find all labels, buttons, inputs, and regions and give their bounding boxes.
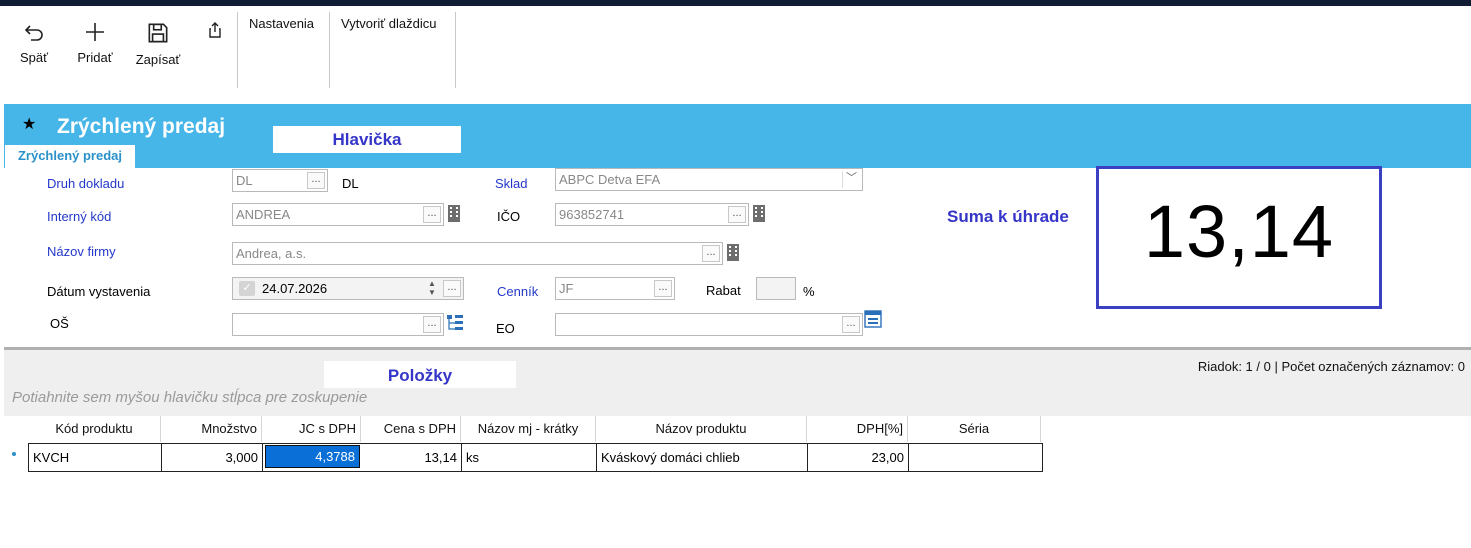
floppy-disk-icon [148, 23, 168, 43]
cell-product-code[interactable]: KVCH [29, 444, 162, 471]
column-header[interactable]: Séria [908, 416, 1041, 442]
pricelist-lookup-button[interactable]: ... [654, 280, 672, 297]
pricelist-label: Cenník [497, 284, 539, 299]
cell-quantity[interactable]: 3,000 [162, 444, 263, 471]
tree-list-icon[interactable] [446, 313, 464, 331]
table-row[interactable]: KVCH 3,000 4,3788 13,14 ks Kváskový domá… [28, 443, 1043, 472]
back-label: Späť [19, 50, 48, 65]
column-header[interactable]: Množstvo [161, 416, 262, 442]
group-by-hint[interactable]: Potiahnite sem myšou hlavičku stĺpca pre… [12, 389, 367, 406]
warehouse-label: Sklad [495, 176, 528, 191]
issue-date-value: 24.07.2026 [262, 281, 328, 296]
cell-product-name[interactable]: Kváskový domáci chlieb [597, 444, 808, 471]
add-button[interactable]: Pridať [74, 20, 116, 65]
ico-field[interactable]: 963852741 ... [555, 203, 749, 226]
save-button[interactable]: Zapísať [132, 20, 184, 67]
company-value: Andrea, a.s. [236, 246, 307, 261]
back-button[interactable]: Späť [16, 20, 52, 65]
doc-type-text: DL [342, 176, 359, 191]
column-header[interactable]: JC s DPH [262, 416, 361, 442]
items-section-label: Položky [324, 361, 516, 388]
row-indicator [12, 452, 16, 456]
create-tile-button[interactable]: Vytvoriť dlaždicu [341, 16, 436, 31]
share-button[interactable] [207, 22, 223, 38]
amount-due-label: Suma k úhrade [947, 207, 1069, 226]
warehouse-select[interactable]: ABPC Detva EFA ﹀ [555, 168, 863, 191]
issue-date-field[interactable]: ✓ 24.07.2026 ▲ ▼ ... [232, 277, 464, 300]
ico-lookup-button[interactable]: ... [728, 206, 746, 223]
company-field[interactable]: Andrea, a.s. ... [232, 242, 723, 265]
os-lookup-button[interactable]: ... [423, 316, 441, 333]
cell-vat[interactable]: 23,00 [808, 444, 909, 471]
toolbar-separator [329, 12, 330, 88]
internal-code-lookup-button[interactable]: ... [423, 206, 441, 223]
pricelist-field[interactable]: JF ... [555, 277, 675, 300]
page-title: Zrýchlený predaj [57, 115, 226, 138]
ico-value: 963852741 [559, 207, 625, 222]
warehouse-value: ABPC Detva EFA [559, 172, 661, 187]
column-header[interactable]: DPH[%] [807, 416, 908, 442]
cell-series[interactable] [909, 444, 1042, 471]
tree-list-icon[interactable] [864, 310, 882, 328]
issue-date-lookup-button[interactable]: ... [443, 280, 461, 297]
settings-button[interactable]: Nastavenia [249, 16, 314, 31]
eo-lookup-button[interactable]: ... [842, 316, 860, 333]
amount-due-box: 13,14 [1096, 166, 1382, 309]
doc-type-label: Druh dokladu [47, 176, 125, 191]
grid-toolbar: Riadok: 1 / 0 | Počet označených záznamo… [4, 350, 1471, 416]
grid-header: Kód produktu Množstvo JC s DPH Cena s DP… [28, 416, 1041, 442]
company-label: Názov firmy [47, 244, 116, 259]
building-icon[interactable] [446, 203, 462, 223]
os-label: OŠ [50, 316, 69, 331]
internal-code-field[interactable]: ANDREA ... [232, 203, 444, 226]
save-label: Zapísať [135, 52, 181, 67]
column-header[interactable]: Kód produktu [28, 416, 161, 442]
eo-label: EO [496, 321, 515, 336]
grid-status: Riadok: 1 / 0 | Počet označených záznamo… [1197, 359, 1465, 374]
toolbar-separator [237, 12, 238, 88]
plus-icon [86, 23, 104, 41]
doc-type-lookup-button[interactable]: ... [307, 172, 325, 189]
column-header[interactable]: Názov produktu [596, 416, 807, 442]
checkmark-icon[interactable]: ✓ [239, 281, 255, 296]
eo-field[interactable]: ... [555, 313, 863, 336]
building-icon[interactable] [751, 203, 767, 223]
os-field[interactable]: ... [232, 313, 444, 336]
add-label: Pridať [77, 50, 113, 65]
star-icon[interactable]: ★ [22, 114, 36, 134]
discount-field[interactable] [756, 277, 796, 300]
undo-arrow-icon [24, 25, 43, 41]
share-icon [209, 22, 221, 38]
toolbar: Späť Pridať Zapísať Nastavenia Vytvoriť … [0, 6, 1471, 104]
header-section-label: Hlavička [273, 126, 461, 153]
internal-code-label: Interný kód [47, 209, 112, 224]
pricelist-value: JF [559, 281, 574, 296]
doc-type-value: DL [236, 173, 253, 188]
form-banner: ★ Zrýchlený predaj [4, 104, 1471, 168]
issue-date-label: Dátum vystavenia [47, 284, 151, 299]
percent-sign: % [803, 284, 815, 299]
discount-label: Rabat [706, 283, 741, 298]
ico-label: IČO [497, 209, 521, 224]
column-header[interactable]: Cena s DPH [361, 416, 461, 442]
amount-due-value: 13,14 [1143, 190, 1335, 273]
toolbar-separator [455, 12, 456, 88]
chevron-down-icon[interactable]: ﹀ [842, 171, 860, 188]
spinner-icon[interactable]: ▲ ▼ [425, 279, 439, 298]
cell-unit[interactable]: ks [462, 444, 597, 471]
column-header[interactable]: Názov mj - krátky [461, 416, 596, 442]
building-icon[interactable] [725, 242, 741, 262]
tab-quick-sale[interactable]: Zrýchlený predaj [4, 144, 136, 168]
doc-type-field[interactable]: DL ... [232, 169, 328, 192]
internal-code-value: ANDREA [236, 207, 291, 222]
cell-unit-price[interactable]: 4,3788 [265, 445, 360, 468]
company-lookup-button[interactable]: ... [702, 245, 720, 262]
cell-price[interactable]: 13,14 [362, 444, 462, 471]
